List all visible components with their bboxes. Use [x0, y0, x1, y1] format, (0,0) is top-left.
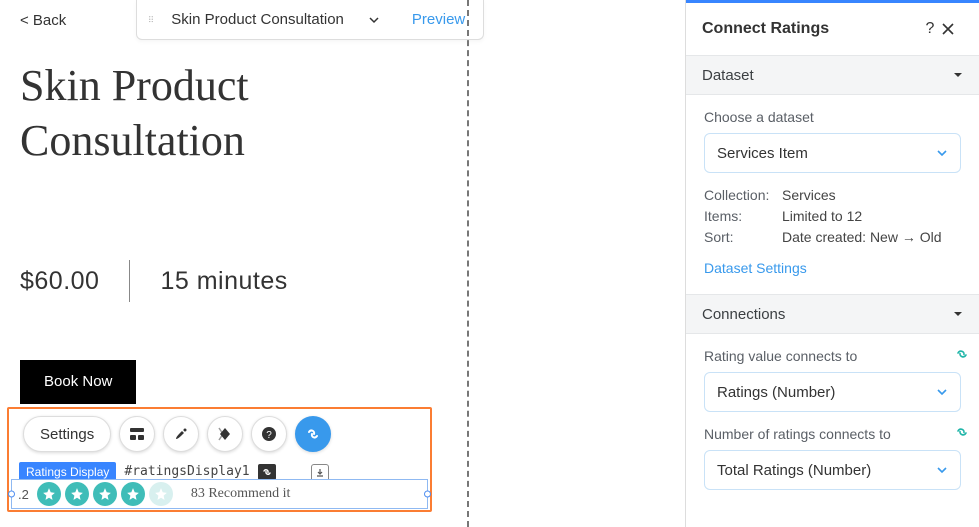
element-toolbar: Settings ?	[23, 416, 331, 452]
sort-value: Date created: New → Old	[782, 229, 942, 245]
duration-value: 15 minutes	[160, 267, 287, 296]
recommend-text: 83 Recommend it	[191, 486, 291, 502]
items-key: Items:	[704, 208, 782, 224]
animation-icon[interactable]	[207, 416, 243, 452]
editor-canvas: < Back Skin Product Consultation Preview…	[0, 0, 685, 527]
book-now-button[interactable]: Book Now	[20, 360, 136, 404]
binding-icon[interactable]	[955, 426, 969, 438]
chevron-down-icon	[936, 464, 948, 476]
caret-down-icon	[953, 70, 963, 80]
sort-key: Sort:	[704, 229, 782, 245]
settings-button[interactable]: Settings	[23, 416, 111, 452]
collection-value: Services	[782, 187, 836, 203]
page-switcher[interactable]: Skin Product Consultation Preview	[136, 0, 484, 40]
chevron-down-icon[interactable]	[354, 14, 394, 26]
items-value: Limited to 12	[782, 208, 862, 224]
svg-text:?: ?	[266, 430, 272, 441]
back-button[interactable]: < Back	[20, 12, 66, 29]
divider	[129, 260, 130, 302]
dataset-settings-link[interactable]: Dataset Settings	[704, 260, 807, 276]
chevron-down-icon	[936, 147, 948, 159]
close-icon[interactable]	[941, 22, 963, 36]
preview-button[interactable]: Preview	[394, 11, 483, 28]
editor-topbar: < Back Skin Product Consultation Preview	[0, 0, 685, 40]
selection-highlight: Settings ? Ratings Display #ratingsDispl…	[7, 407, 432, 512]
dataset-body: Choose a dataset Services Item Collectio…	[686, 95, 979, 294]
design-icon[interactable]	[163, 416, 199, 452]
dataset-select[interactable]: Services Item	[704, 133, 961, 173]
drag-handle-icon[interactable]	[137, 16, 161, 22]
chevron-down-icon	[936, 386, 948, 398]
page-name: Skin Product Consultation	[161, 11, 354, 28]
star-icon	[37, 482, 61, 506]
star-icon	[149, 482, 173, 506]
ratings-display-element[interactable]: .2 83 Recommend it	[11, 479, 428, 509]
connect-panel: Connect Ratings ? Dataset Choose a datas…	[685, 0, 979, 527]
rating-field-select[interactable]: Ratings (Number)	[704, 372, 961, 412]
section-connections[interactable]: Connections	[686, 294, 979, 334]
choose-dataset-label: Choose a dataset	[704, 109, 961, 125]
data-binding-badge[interactable]	[258, 464, 276, 480]
layout-icon[interactable]	[119, 416, 155, 452]
page-title: Skin Product Consultation	[20, 58, 450, 168]
help-icon[interactable]: ?	[919, 20, 941, 38]
star-row	[37, 482, 173, 506]
rating-connects-label: Rating value connects to	[704, 348, 961, 364]
binding-icon[interactable]	[955, 348, 969, 360]
caret-down-icon	[953, 309, 963, 319]
rating-number: .2	[18, 487, 29, 502]
star-icon	[93, 482, 117, 506]
connection-count: Number of ratings connects to Total Rati…	[686, 412, 979, 490]
price-row: $60.00 15 minutes	[20, 260, 685, 302]
panel-header: Connect Ratings ?	[686, 3, 979, 55]
price-value: $60.00	[20, 267, 99, 296]
help-icon[interactable]: ?	[251, 416, 287, 452]
section-dataset[interactable]: Dataset	[686, 55, 979, 95]
column-guide	[467, 0, 469, 527]
collection-key: Collection:	[704, 187, 782, 203]
star-icon	[65, 482, 89, 506]
resize-handle-left[interactable]	[8, 491, 15, 498]
count-field-select[interactable]: Total Ratings (Number)	[704, 450, 961, 490]
resize-handle-right[interactable]	[424, 491, 431, 498]
connection-rating: Rating value connects to Ratings (Number…	[686, 334, 979, 412]
panel-title: Connect Ratings	[702, 20, 919, 38]
star-icon	[121, 482, 145, 506]
connect-data-icon[interactable]	[295, 416, 331, 452]
count-connects-label: Number of ratings connects to	[704, 426, 961, 442]
